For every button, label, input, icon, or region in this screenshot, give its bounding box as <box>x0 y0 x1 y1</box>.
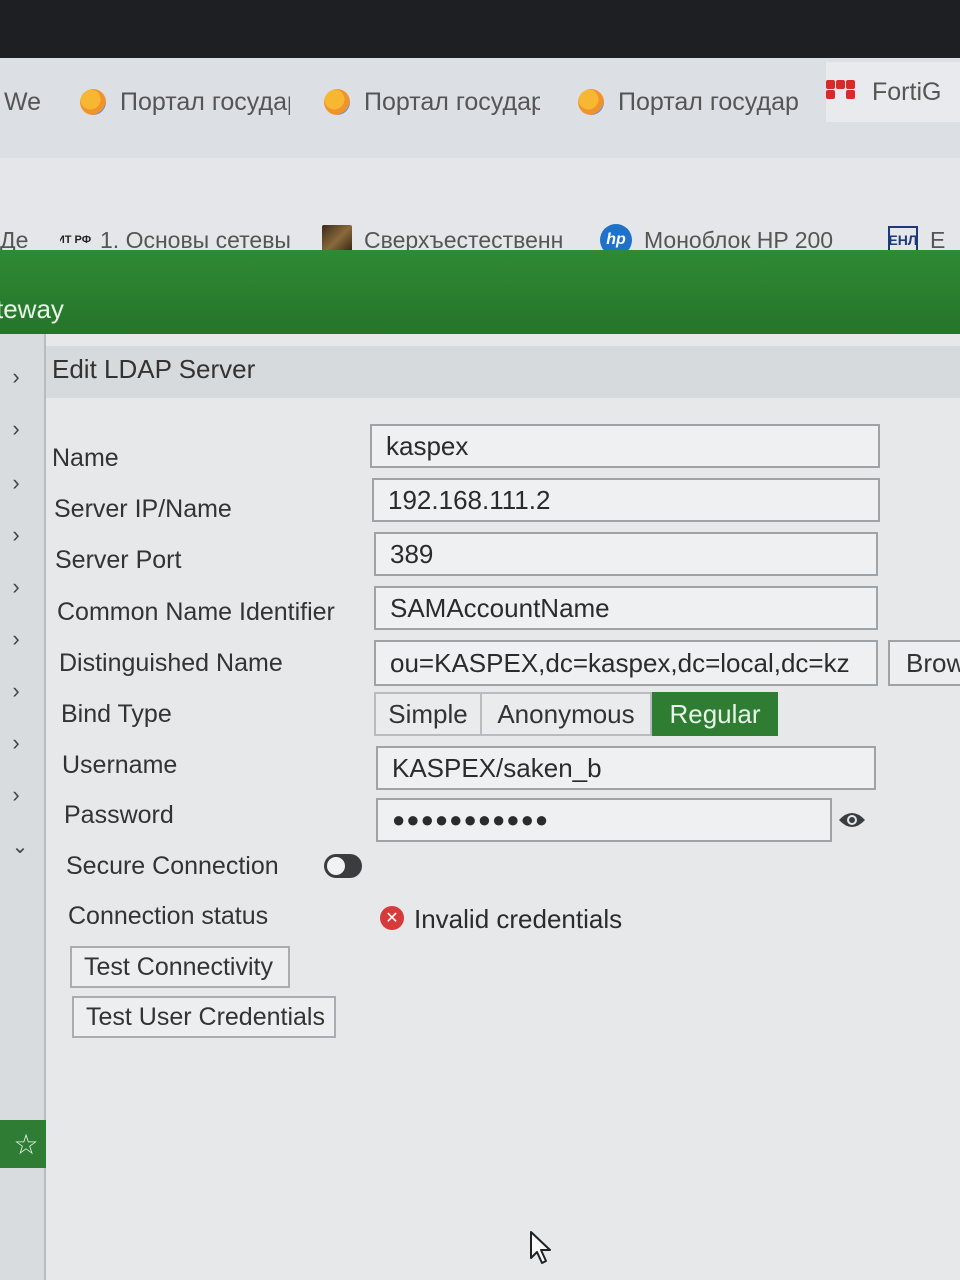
tab-partial-left[interactable]: We <box>4 80 48 124</box>
tab-fortigate[interactable]: FortiG <box>826 62 960 122</box>
chevron-right-icon[interactable]: › <box>2 782 30 808</box>
favorites-star-icon[interactable]: ☆ <box>0 1120 52 1168</box>
tab-label: We <box>4 87 42 116</box>
bind-anonymous-option[interactable]: Anonymous <box>480 692 652 736</box>
tab-label: Портал государ <box>618 87 799 116</box>
tab-portal-3[interactable]: Портал государ <box>578 80 802 124</box>
tab-label: FortiG <box>872 77 942 106</box>
chevron-down-icon[interactable]: ⌄ <box>6 834 34 859</box>
connection-status-label: Connection status <box>68 902 269 930</box>
chevron-right-icon[interactable]: › <box>2 364 30 390</box>
password-label: Password <box>64 801 174 829</box>
tab-portal-2[interactable]: Портал государ <box>324 80 540 124</box>
username-input[interactable]: KASPEX/saken_b <box>376 746 876 790</box>
cn-label: Common Name Identifier <box>57 598 335 626</box>
port-input[interactable]: 389 <box>374 532 878 576</box>
server-label: Server IP/Name <box>54 495 232 523</box>
test-connectivity-button[interactable]: Test Connectivity <box>70 946 290 988</box>
mouse-cursor-icon <box>530 1231 551 1264</box>
server-input[interactable]: 192.168.111.2 <box>372 478 880 522</box>
name-label: Name <box>52 444 119 472</box>
tab-label: Портал государ <box>364 87 540 116</box>
chevron-right-icon[interactable]: › <box>2 416 30 442</box>
port-label: Server Port <box>55 546 182 574</box>
portal-favicon-icon <box>324 89 350 115</box>
chevron-right-icon[interactable]: › <box>2 522 30 548</box>
name-input[interactable]: kaspex <box>370 424 880 468</box>
tab-portal-1[interactable]: Портал государ <box>80 80 290 124</box>
app-title: teway <box>0 294 64 324</box>
secure-connection-label: Secure Connection <box>66 852 279 880</box>
fortinet-logo-icon <box>826 80 856 104</box>
chevron-right-icon[interactable]: › <box>2 626 30 652</box>
chevron-right-icon[interactable]: › <box>2 730 30 756</box>
dn-input[interactable]: ou=KASPEX,dc=kaspex,dc=local,dc=kz <box>374 640 878 686</box>
portal-favicon-icon <box>80 89 106 115</box>
bind-regular-option[interactable]: Regular <box>652 692 778 736</box>
error-icon: ✕ <box>380 906 404 930</box>
chevron-right-icon[interactable]: › <box>2 678 30 704</box>
portal-favicon-icon <box>578 89 604 115</box>
app-header <box>0 250 960 334</box>
bind-type-label: Bind Type <box>61 700 172 728</box>
browse-button[interactable]: Brow <box>888 640 960 686</box>
monitor-bezel <box>0 0 960 62</box>
connection-status-value: Invalid credentials <box>414 904 623 934</box>
bind-simple-option[interactable]: Simple <box>374 692 482 736</box>
tab-label: Портал государ <box>120 87 290 116</box>
username-label: Username <box>62 751 178 779</box>
panel-title: Edit LDAP Server <box>52 354 256 384</box>
show-password-eye-icon[interactable] <box>838 810 866 830</box>
chevron-right-icon[interactable]: › <box>2 574 30 600</box>
secure-connection-toggle[interactable] <box>324 854 362 878</box>
chevron-right-icon[interactable]: › <box>2 470 30 496</box>
test-user-credentials-button[interactable]: Test User Credentials <box>72 996 336 1038</box>
cn-input[interactable]: SAMAccountName <box>374 586 878 630</box>
dn-label: Distinguished Name <box>59 649 283 677</box>
password-input[interactable]: ●●●●●●●●●●● <box>376 798 832 842</box>
